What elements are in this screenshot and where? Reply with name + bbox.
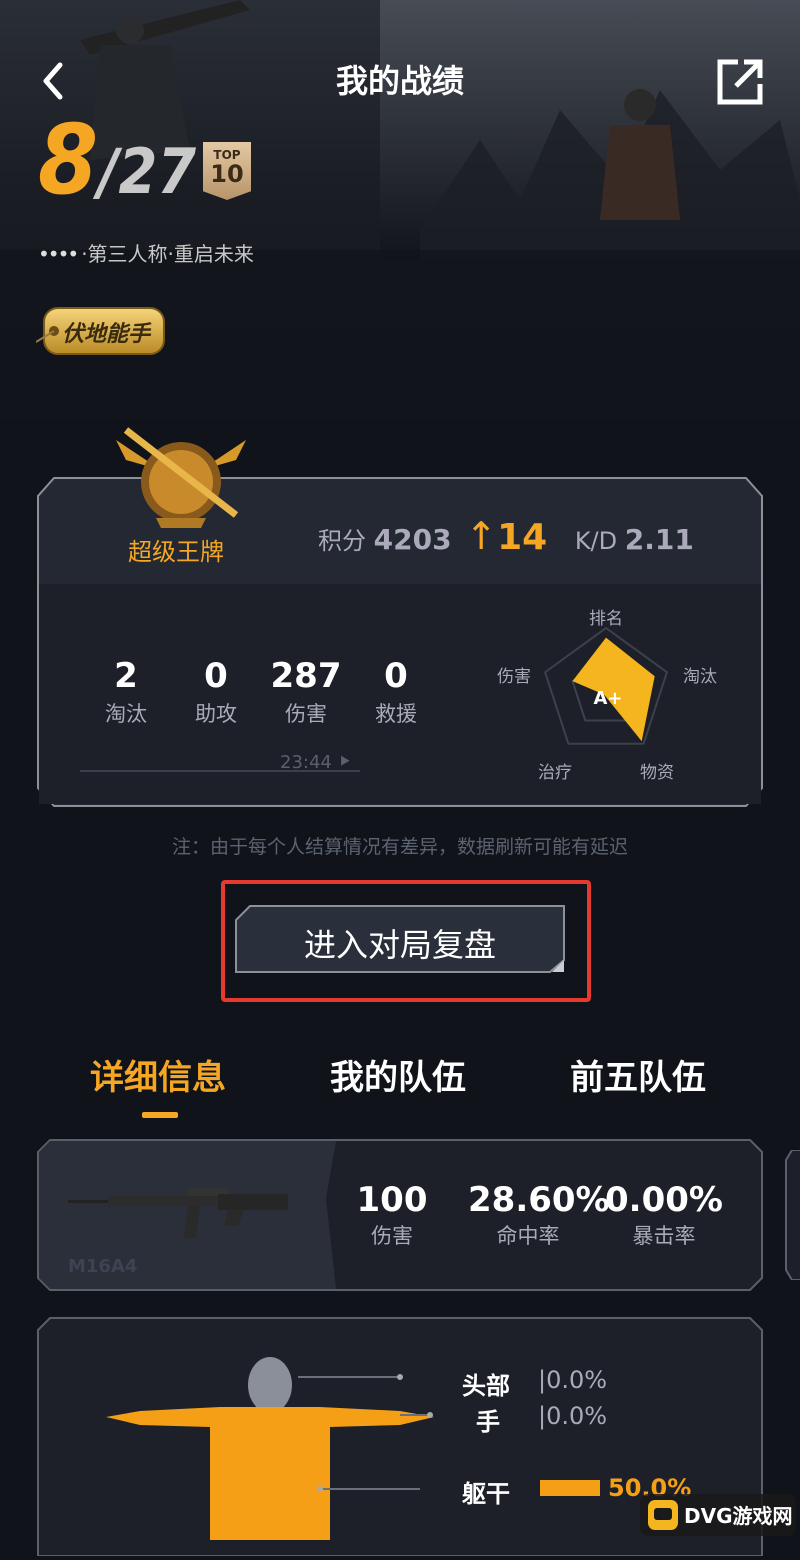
mode-text: ·第三人称·重启未来 [81,242,254,266]
match-mode: •••• ·第三人称·重启未来 [38,238,254,267]
replay-button-label: 进入对局复盘 [303,926,496,964]
weapon-stat-value: 0.00% [605,1180,723,1220]
survival-time: 23:44 ⯈ [280,752,352,773]
stat-value: 0 [204,656,228,696]
hit-part-torso: 躯干 [462,1480,510,1508]
match-replay-button[interactable]: 进入对局复盘 [234,904,566,974]
radar-label-damage: 伤害 [497,667,531,687]
watermark-text: DVG游戏网 [684,1504,793,1528]
top10-badge: TOP 10 [203,142,251,200]
stat-value: 287 [270,656,342,696]
hit-pct-head: |0.0% [538,1366,607,1394]
next-weapon-card-edge [785,1150,800,1280]
running-man-icon: ⯈ [331,752,352,773]
score-label: 积分 [318,527,366,555]
survival-time-value: 23:44 [280,752,332,773]
active-tab-indicator [142,1112,178,1118]
top10-badge-line1: TOP [213,148,241,162]
hit-bar-torso [540,1480,600,1496]
title-tag-label: 伏地能手 [62,322,151,347]
weapon-hit-rate: 28.60% 命中率 [468,1180,610,1250]
radar-label-supplies: 物资 [640,763,674,783]
weapon-stat-label: 暴击率 [632,1224,696,1248]
hit-pct-head-value: 0.0% [546,1366,608,1394]
performance-radar: A+ [543,626,669,745]
stat-value: 0 [384,656,408,696]
stat-damage: 287 伤害 [266,656,346,728]
stat-revives: 0 救援 [356,656,436,728]
score-delta: 14 [497,517,548,558]
rank-total: /27 [98,135,197,208]
hit-pct-divider: | [538,1402,547,1430]
squad-icon: •••• [38,242,79,266]
radar-grade: A+ [593,688,622,709]
weapon-stat-label: 命中率 [496,1224,560,1248]
stat-kills: 2 淘汰 [86,656,166,728]
hit-part-head: 头部 [462,1372,510,1400]
page-title: 我的战绩 [335,62,464,100]
rank-position: 8 [38,104,99,216]
body-silhouette-icon [106,1357,434,1540]
score-up-icon: ↑ [465,514,498,558]
radar-label-kills: 淘汰 [683,667,717,687]
tier-emblem-icon [116,427,246,528]
score-value: 4203 [373,523,452,556]
hit-part-hand: 手 [476,1408,500,1436]
match-rank: 8/27 [38,104,196,216]
stat-label: 伤害 [285,702,327,726]
tier-name: 超级王牌 [128,538,224,566]
stat-label: 助攻 [195,702,237,726]
weapon-stat-label: 伤害 [371,1224,413,1248]
stat-assists: 0 助攻 [176,656,256,728]
top10-badge-line2: 10 [210,160,244,188]
stat-value: 2 [114,656,138,696]
share-icon[interactable] [712,54,768,110]
radar-label-rank: 排名 [589,609,623,629]
tab-details[interactable]: 详细信息 [90,1050,226,1099]
weapon-damage: 100 伤害 [352,1180,432,1250]
stat-label: 淘汰 [105,702,147,726]
radar-label-heal: 治疗 [538,763,572,783]
tab-my-team[interactable]: 我的队伍 [330,1050,466,1099]
title-tag-badge: 伏地能手 [35,302,166,360]
hit-pct-hand-value: 0.0% [546,1402,608,1430]
hit-pct-divider: | [538,1366,547,1394]
m16a4-rifle-icon [68,1188,288,1238]
score-line: 积分 4203 ↑14 K/D 2.11 [318,514,694,558]
data-delay-note: 注：由于每个人结算情况有差异，数据刷新可能有延迟 [171,836,628,858]
watermark-logo: DVG游戏网 [640,1494,796,1536]
stat-label: 救援 [375,702,417,726]
weapon-stat-value: 28.60% [468,1180,610,1220]
tab-top-five[interactable]: 前五队伍 [570,1050,706,1099]
weapon-name: M16A4 [68,1256,138,1277]
kd-value: 2.11 [624,523,694,556]
hit-pct-hand: |0.0% [538,1402,607,1430]
weapon-stat-value: 100 [356,1180,428,1220]
weapon-crit-rate: 0.00% 暴击率 [604,1180,724,1250]
kd-label: K/D [574,527,618,555]
